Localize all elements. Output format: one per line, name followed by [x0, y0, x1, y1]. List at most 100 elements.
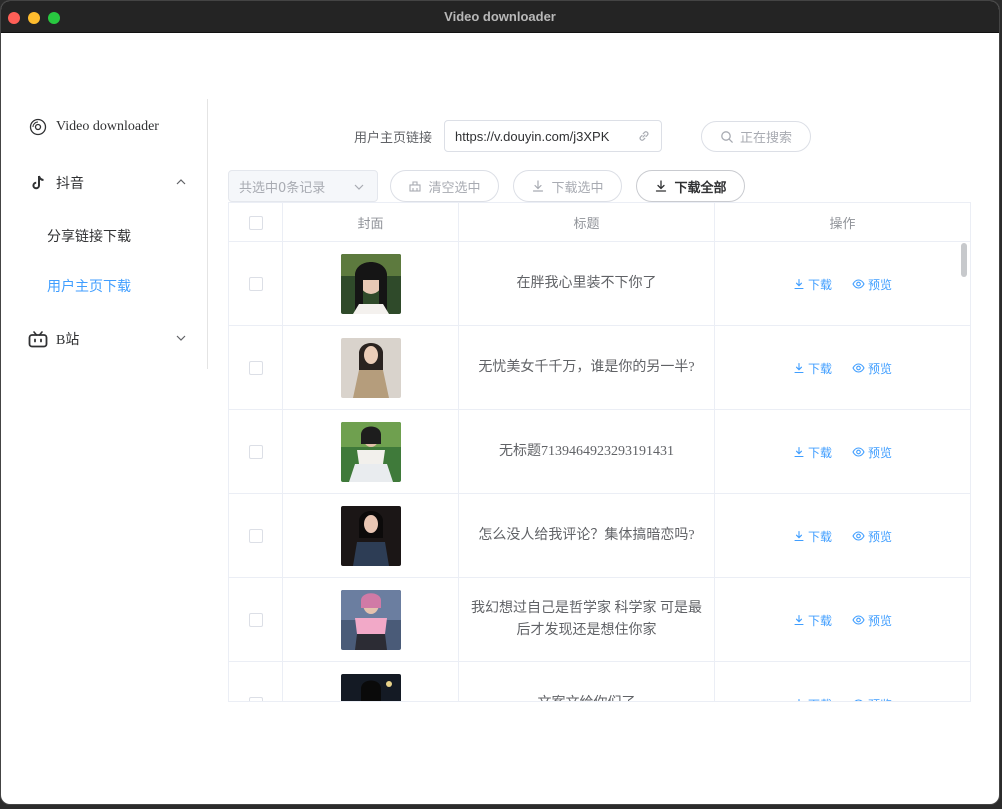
row-preview-label: 预览	[868, 696, 892, 702]
row-preview-button[interactable]: 预览	[852, 696, 892, 702]
broom-icon	[409, 181, 422, 192]
row-download-button[interactable]: 下载	[793, 612, 832, 629]
sidebar-menu-label: B站	[56, 333, 80, 348]
row-preview-button[interactable]: 预览	[852, 444, 892, 461]
sidebar-menu-bilibili[interactable]: B站	[1, 319, 207, 359]
row-checkbox[interactable]	[248, 277, 263, 291]
row-preview-button[interactable]: 预览	[852, 528, 892, 545]
search-label: 用户主页链接	[354, 130, 433, 146]
row-download-button[interactable]: 下载	[793, 528, 832, 545]
sidebar-menu-douyin[interactable]: 抖音	[1, 163, 207, 203]
download-icon	[533, 180, 544, 192]
download-all-label: 下载全部	[674, 180, 727, 196]
cover-thumbnail[interactable]	[340, 422, 401, 482]
disc-icon	[28, 117, 48, 137]
download-selected-label: 下载选中	[551, 180, 604, 196]
row-checkbox[interactable]	[248, 445, 263, 459]
table-row: 文案文给你们了 下载 预览	[229, 662, 970, 702]
row-title: 无忧美女千千万，谁是你的另一半?	[478, 360, 695, 375]
eye-icon	[852, 363, 865, 373]
chevron-up-icon	[176, 179, 186, 185]
row-download-label: 下载	[807, 613, 832, 628]
app-window: Video downloader Video downloader 抖音 分享链…	[0, 0, 1000, 805]
clear-selection-label: 清空选中	[428, 180, 481, 196]
sidebar-item-label: 分享链接下载	[47, 229, 131, 245]
eye-icon	[852, 615, 865, 625]
row-preview-button[interactable]: 预览	[852, 276, 892, 293]
download-icon	[794, 446, 804, 458]
cover-thumbnail[interactable]	[340, 254, 401, 314]
title-bar: Video downloader	[1, 1, 999, 33]
row-download-button[interactable]: 下载	[793, 696, 832, 702]
sidebar-item-share-link-download[interactable]: 分享链接下载	[1, 216, 207, 256]
sidebar-item-video-downloader[interactable]: Video downloader	[1, 107, 207, 147]
download-selected-button[interactable]: 下载选中	[513, 170, 622, 202]
row-preview-label: 预览	[868, 445, 893, 460]
row-preview-label: 预览	[868, 361, 893, 376]
chevron-down-icon	[176, 335, 186, 341]
tiktok-icon	[28, 173, 48, 193]
bilibili-tv-icon	[28, 329, 48, 349]
link-icon	[639, 131, 649, 141]
row-download-label: 下载	[807, 445, 832, 460]
sidebar: Video downloader 抖音 分享链接下载 用户主页下载 B站	[1, 99, 208, 369]
row-title: 文案文给你们了	[526, 693, 648, 701]
download-icon	[794, 278, 804, 290]
cover-thumbnail[interactable]	[340, 674, 401, 701]
cover-thumbnail[interactable]	[340, 338, 401, 398]
row-download-button[interactable]: 下载	[793, 444, 832, 461]
row-checkbox[interactable]	[248, 361, 263, 375]
download-icon	[656, 180, 667, 192]
search-icon	[721, 130, 733, 143]
select-all-checkbox[interactable]	[248, 215, 263, 230]
row-download-label: 下载	[808, 696, 832, 702]
table-row: 无标题7139464923293191431 下载 预览	[229, 410, 970, 494]
row-checkbox[interactable]	[248, 613, 263, 627]
cover-thumbnail[interactable]	[340, 506, 401, 566]
row-preview-button[interactable]: 预览	[852, 360, 892, 377]
table-row: 在胖我心里装不下你了 下载 预览	[229, 242, 970, 326]
homepage-url-value: https://v.douyin.com/j3XPK	[455, 128, 610, 144]
download-icon	[794, 530, 804, 542]
table-row: 怎么没人给我评论？集体搞暗恋吗? 下载 预览	[229, 494, 970, 578]
download-icon	[794, 614, 804, 626]
eye-icon	[854, 699, 863, 701]
row-title: 怎么没人给我评论？集体搞暗恋吗?	[478, 528, 695, 543]
homepage-url-input[interactable]: https://v.douyin.com/j3XPK	[444, 120, 663, 152]
row-download-button[interactable]: 下载	[793, 360, 832, 377]
row-preview-button[interactable]: 预览	[852, 612, 892, 629]
row-download-label: 下载	[807, 361, 832, 376]
clear-selection-button[interactable]: 清空选中	[390, 170, 499, 202]
download-all-button[interactable]: 下载全部	[636, 170, 745, 202]
search-form: 用户主页链接 https://v.douyin.com/j3XPK	[354, 120, 663, 152]
header-cover: 封面	[283, 203, 459, 242]
sidebar-menu-label: 抖音	[56, 177, 84, 192]
sidebar-item-user-homepage-download[interactable]: 用户主页下载	[1, 266, 207, 306]
eye-icon	[852, 447, 865, 457]
download-icon	[794, 362, 804, 374]
header-actions: 操作	[829, 217, 856, 232]
row-title: 我幻想过自己是哲学家 科学家 可是最后才发现还是想住你家	[471, 601, 702, 638]
row-preview-label: 预览	[868, 277, 893, 292]
selection-count-select[interactable]: 共选中0条记录	[228, 170, 378, 202]
download-icon	[798, 698, 800, 701]
row-title: 在胖我心里装不下你了	[516, 276, 657, 291]
eye-icon	[852, 531, 865, 541]
header-title: 标题	[459, 203, 715, 242]
table-row: 无忧美女千千万，谁是你的另一半? 下载 预览	[229, 326, 970, 410]
header-select-cell	[229, 203, 283, 242]
table-scrollbar[interactable]	[961, 243, 967, 277]
row-checkbox[interactable]	[248, 697, 263, 701]
row-title: 无标题7139464923293191431	[499, 444, 674, 459]
row-download-label: 下载	[807, 529, 832, 544]
chevron-down-icon	[354, 184, 364, 190]
row-preview-label: 预览	[868, 613, 893, 628]
cover-thumbnail[interactable]	[340, 590, 401, 650]
row-download-label: 下载	[807, 277, 832, 292]
table-header: 封面 标题 操作	[229, 203, 970, 242]
row-checkbox[interactable]	[248, 529, 263, 543]
row-download-button[interactable]: 下载	[793, 276, 832, 293]
video-table: 封面 标题 操作 在胖我心里装不下你了 下载 预览 无忧美女千千万，谁是你的另一…	[228, 202, 971, 702]
search-button[interactable]: 正在搜索	[701, 121, 811, 152]
sidebar-item-label: Video downloader	[56, 119, 159, 134]
